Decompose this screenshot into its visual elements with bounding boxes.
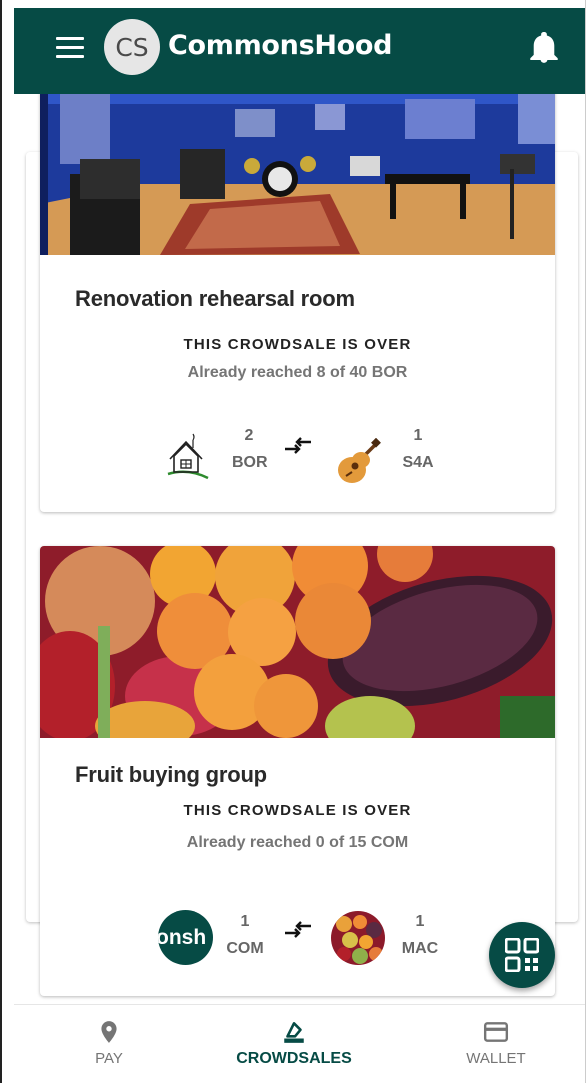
give-amount: 2: [244, 427, 254, 444]
nav-wallet[interactable]: WALLET: [458, 1005, 534, 1083]
get-amount: 1: [413, 427, 423, 444]
nav-pay[interactable]: PAY: [74, 1005, 144, 1083]
crowdsale-progress: Already reached 0 of 15 COM: [186, 834, 409, 851]
get-symbol: S4A: [402, 454, 434, 471]
app-bar: CS CommonsHood: [14, 8, 585, 94]
crowdsale-image-fruit: [40, 546, 555, 738]
get-token: 1 MAC: [398, 908, 442, 962]
get-token: 1 S4A: [398, 422, 438, 476]
swap-icon: [285, 921, 311, 938]
s4a-token-logo: [338, 438, 381, 483]
app-title: CommonsHood: [168, 30, 393, 61]
get-amount: 1: [415, 913, 425, 930]
crowdsale-image-rehearsal-room: [40, 94, 555, 255]
give-symbol: BOR: [232, 454, 268, 471]
crowdsale-icon: [284, 1022, 304, 1043]
give-amount: 1: [240, 913, 250, 930]
crowdsale-status: THIS CROWDSALE IS OVER: [183, 336, 412, 353]
give-token: 2 BOR: [232, 422, 268, 476]
avatar[interactable]: CS: [104, 19, 160, 75]
crowdsale-status: THIS CROWDSALE IS OVER: [183, 802, 412, 819]
crowdsale-title: Renovation rehearsal room: [75, 286, 355, 311]
swap-icon: [285, 437, 311, 454]
nav-crowdsales[interactable]: CROWDSALES: [224, 1005, 364, 1083]
crowdsale-progress: Already reached 8 of 40 BOR: [187, 364, 408, 381]
nav-pay-label: PAY: [95, 1050, 123, 1067]
get-symbol: MAC: [401, 940, 439, 957]
nav-crowdsales-label: CROWDSALES: [236, 1050, 352, 1067]
qr-scan-button[interactable]: [489, 922, 555, 988]
wallet-icon: [483, 1022, 509, 1042]
crowdsale-card[interactable]: Renovation rehearsal room THIS CROWDSALE…: [40, 94, 555, 512]
crowdsale-title: Fruit buying group: [75, 762, 267, 787]
give-token: 1 COM: [226, 908, 264, 962]
com-token-logo: onsh: [158, 910, 213, 965]
menu-icon[interactable]: [56, 37, 84, 59]
com-token-logo-text: onsh: [158, 925, 207, 949]
give-symbol: COM: [226, 940, 264, 957]
crowdsale-list[interactable]: Renovation rehearsal room THIS CROWDSALE…: [14, 94, 585, 1004]
bor-token-logo: [167, 433, 209, 480]
mac-token-logo: [331, 911, 385, 965]
crowdsale-card[interactable]: Fruit buying group THIS CROWDSALE IS OVE…: [40, 546, 555, 996]
bottom-navigation: PAY CROWDSALES WALLET: [14, 1004, 585, 1083]
bell-icon[interactable]: [530, 32, 558, 64]
location-pin-icon: [101, 1021, 117, 1043]
nav-wallet-label: WALLET: [466, 1050, 526, 1067]
qr-code-icon: [505, 938, 539, 972]
app-frame: CS CommonsHood Renovation rehearsal room…: [0, 0, 586, 1083]
